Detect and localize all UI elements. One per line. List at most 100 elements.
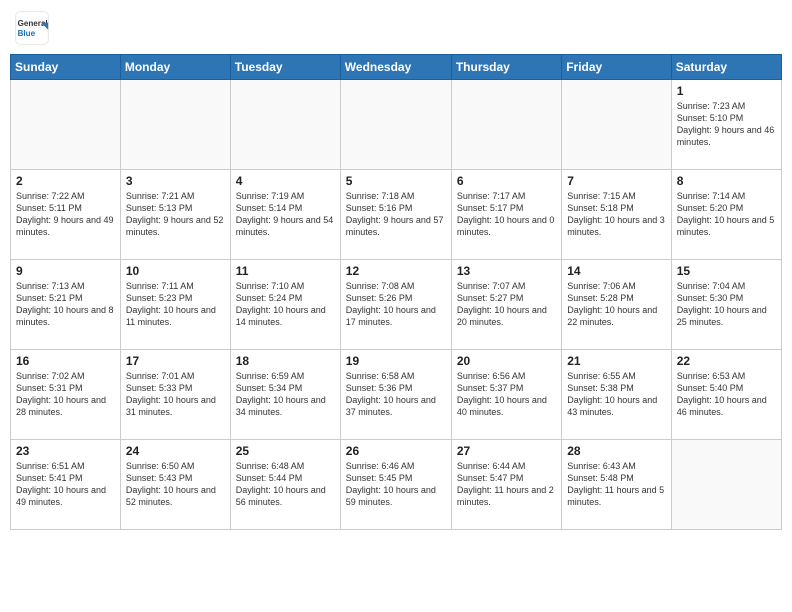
day-info: Sunrise: 7:22 AM Sunset: 5:11 PM Dayligh… [16, 190, 115, 239]
calendar-cell [11, 80, 121, 170]
day-number: 19 [346, 354, 446, 368]
calendar-cell: 26 Sunrise: 6:46 AM Sunset: 5:45 PM Dayli… [340, 440, 451, 530]
day-number: 1 [677, 84, 776, 98]
calendar-cell [340, 80, 451, 170]
day-info: Sunrise: 7:18 AM Sunset: 5:16 PM Dayligh… [346, 190, 446, 239]
weekday-header-sunday: Sunday [11, 55, 121, 80]
day-info: Sunrise: 7:11 AM Sunset: 5:23 PM Dayligh… [126, 280, 225, 329]
day-number: 5 [346, 174, 446, 188]
day-number: 15 [677, 264, 776, 278]
calendar-week-3: 9 Sunrise: 7:13 AM Sunset: 5:21 PM Daylig… [11, 260, 782, 350]
day-info: Sunrise: 6:44 AM Sunset: 5:47 PM Dayligh… [457, 460, 556, 509]
day-number: 17 [126, 354, 225, 368]
svg-text:Blue: Blue [18, 29, 36, 38]
day-number: 9 [16, 264, 115, 278]
calendar-cell: 7 Sunrise: 7:15 AM Sunset: 5:18 PM Daylig… [562, 170, 671, 260]
day-number: 27 [457, 444, 556, 458]
calendar-cell: 5 Sunrise: 7:18 AM Sunset: 5:16 PM Daylig… [340, 170, 451, 260]
day-info: Sunrise: 7:17 AM Sunset: 5:17 PM Dayligh… [457, 190, 556, 239]
calendar-week-4: 16 Sunrise: 7:02 AM Sunset: 5:31 PM Dayli… [11, 350, 782, 440]
calendar-cell: 28 Sunrise: 6:43 AM Sunset: 5:48 PM Dayli… [562, 440, 671, 530]
calendar-cell: 14Sunrise: 7:06 AM Sunset: 5:28 PM Dayli… [562, 260, 671, 350]
calendar-week-5: 23 Sunrise: 6:51 AM Sunset: 5:41 PM Dayli… [11, 440, 782, 530]
calendar-cell: 23 Sunrise: 6:51 AM Sunset: 5:41 PM Dayli… [11, 440, 121, 530]
day-info: Sunrise: 6:43 AM Sunset: 5:48 PM Dayligh… [567, 460, 665, 509]
day-info: Sunrise: 7:15 AM Sunset: 5:18 PM Dayligh… [567, 190, 665, 239]
day-info: Sunrise: 7:04 AM Sunset: 5:30 PM Dayligh… [677, 280, 776, 329]
weekday-header-wednesday: Wednesday [340, 55, 451, 80]
day-number: 22 [677, 354, 776, 368]
day-number: 18 [236, 354, 335, 368]
day-info: Sunrise: 7:13 AM Sunset: 5:21 PM Dayligh… [16, 280, 115, 329]
calendar-cell: 9 Sunrise: 7:13 AM Sunset: 5:21 PM Daylig… [11, 260, 121, 350]
day-number: 25 [236, 444, 335, 458]
day-info: Sunrise: 7:02 AM Sunset: 5:31 PM Dayligh… [16, 370, 115, 419]
day-info: Sunrise: 7:14 AM Sunset: 5:20 PM Dayligh… [677, 190, 776, 239]
day-number: 12 [346, 264, 446, 278]
logo-icon: General Blue [14, 10, 50, 46]
day-info: Sunrise: 6:48 AM Sunset: 5:44 PM Dayligh… [236, 460, 335, 509]
calendar-cell: 22 Sunrise: 6:53 AM Sunset: 5:40 PM Dayli… [671, 350, 781, 440]
calendar-cell: 18 Sunrise: 6:59 AM Sunset: 5:34 PM Dayli… [230, 350, 340, 440]
weekday-header-saturday: Saturday [671, 55, 781, 80]
day-info: Sunrise: 6:59 AM Sunset: 5:34 PM Dayligh… [236, 370, 335, 419]
calendar-cell: 16 Sunrise: 7:02 AM Sunset: 5:31 PM Dayli… [11, 350, 121, 440]
calendar-cell: 24 Sunrise: 6:50 AM Sunset: 5:43 PM Dayli… [120, 440, 230, 530]
day-number: 23 [16, 444, 115, 458]
calendar-cell: 19Sunrise: 6:58 AM Sunset: 5:36 PM Dayli… [340, 350, 451, 440]
day-number: 3 [126, 174, 225, 188]
calendar-cell: 6 Sunrise: 7:17 AM Sunset: 5:17 PM Daylig… [451, 170, 561, 260]
weekday-header-thursday: Thursday [451, 55, 561, 80]
calendar-cell: 15 Sunrise: 7:04 AM Sunset: 5:30 PM Dayli… [671, 260, 781, 350]
weekday-header-friday: Friday [562, 55, 671, 80]
day-info: Sunrise: 7:23 AM Sunset: 5:10 PM Dayligh… [677, 100, 776, 149]
calendar-cell: 21 Sunrise: 6:55 AM Sunset: 5:38 PM Dayli… [562, 350, 671, 440]
day-info: Sunrise: 7:07 AM Sunset: 5:27 PM Dayligh… [457, 280, 556, 329]
day-number: 6 [457, 174, 556, 188]
day-info: Sunrise: 7:01 AM Sunset: 5:33 PM Dayligh… [126, 370, 225, 419]
day-info: Sunrise: 7:10 AM Sunset: 5:24 PM Dayligh… [236, 280, 335, 329]
calendar-week-2: 2 Sunrise: 7:22 AM Sunset: 5:11 PM Daylig… [11, 170, 782, 260]
logo: General Blue [14, 10, 50, 46]
calendar-cell: 13Sunrise: 7:07 AM Sunset: 5:27 PM Dayli… [451, 260, 561, 350]
calendar-cell: 2 Sunrise: 7:22 AM Sunset: 5:11 PM Daylig… [11, 170, 121, 260]
calendar-table: SundayMondayTuesdayWednesdayThursdayFrid… [10, 54, 782, 530]
day-number: 4 [236, 174, 335, 188]
day-info: Sunrise: 6:50 AM Sunset: 5:43 PM Dayligh… [126, 460, 225, 509]
calendar-cell: 4 Sunrise: 7:19 AM Sunset: 5:14 PM Daylig… [230, 170, 340, 260]
day-info: Sunrise: 7:21 AM Sunset: 5:13 PM Dayligh… [126, 190, 225, 239]
calendar-cell: 20Sunrise: 6:56 AM Sunset: 5:37 PM Dayli… [451, 350, 561, 440]
day-number: 7 [567, 174, 665, 188]
calendar-cell [230, 80, 340, 170]
day-info: Sunrise: 6:51 AM Sunset: 5:41 PM Dayligh… [16, 460, 115, 509]
day-number: 21 [567, 354, 665, 368]
calendar-body: 1 Sunrise: 7:23 AM Sunset: 5:10 PM Daylig… [11, 80, 782, 530]
day-info: Sunrise: 6:55 AM Sunset: 5:38 PM Dayligh… [567, 370, 665, 419]
day-number: 24 [126, 444, 225, 458]
day-info: Sunrise: 6:53 AM Sunset: 5:40 PM Dayligh… [677, 370, 776, 419]
day-number: 26 [346, 444, 446, 458]
weekday-header-monday: Monday [120, 55, 230, 80]
calendar-cell: 11 Sunrise: 7:10 AM Sunset: 5:24 PM Dayli… [230, 260, 340, 350]
calendar-week-1: 1 Sunrise: 7:23 AM Sunset: 5:10 PM Daylig… [11, 80, 782, 170]
day-number: 8 [677, 174, 776, 188]
calendar-cell: 1 Sunrise: 7:23 AM Sunset: 5:10 PM Daylig… [671, 80, 781, 170]
day-info: Sunrise: 7:06 AM Sunset: 5:28 PM Dayligh… [567, 280, 665, 329]
calendar-cell [671, 440, 781, 530]
calendar-cell: 12 Sunrise: 7:08 AM Sunset: 5:26 PM Dayli… [340, 260, 451, 350]
calendar-cell [451, 80, 561, 170]
day-info: Sunrise: 7:08 AM Sunset: 5:26 PM Dayligh… [346, 280, 446, 329]
day-number: 16 [16, 354, 115, 368]
day-number: 10 [126, 264, 225, 278]
day-number: 28 [567, 444, 665, 458]
page-header: General Blue [10, 10, 782, 46]
weekday-header-tuesday: Tuesday [230, 55, 340, 80]
calendar-header-row: SundayMondayTuesdayWednesdayThursdayFrid… [11, 55, 782, 80]
day-number: 2 [16, 174, 115, 188]
day-info: Sunrise: 7:19 AM Sunset: 5:14 PM Dayligh… [236, 190, 335, 239]
calendar-cell [562, 80, 671, 170]
calendar-cell: 8 Sunrise: 7:14 AM Sunset: 5:20 PM Daylig… [671, 170, 781, 260]
calendar-cell: 3 Sunrise: 7:21 AM Sunset: 5:13 PM Daylig… [120, 170, 230, 260]
day-info: Sunrise: 6:46 AM Sunset: 5:45 PM Dayligh… [346, 460, 446, 509]
day-number: 11 [236, 264, 335, 278]
